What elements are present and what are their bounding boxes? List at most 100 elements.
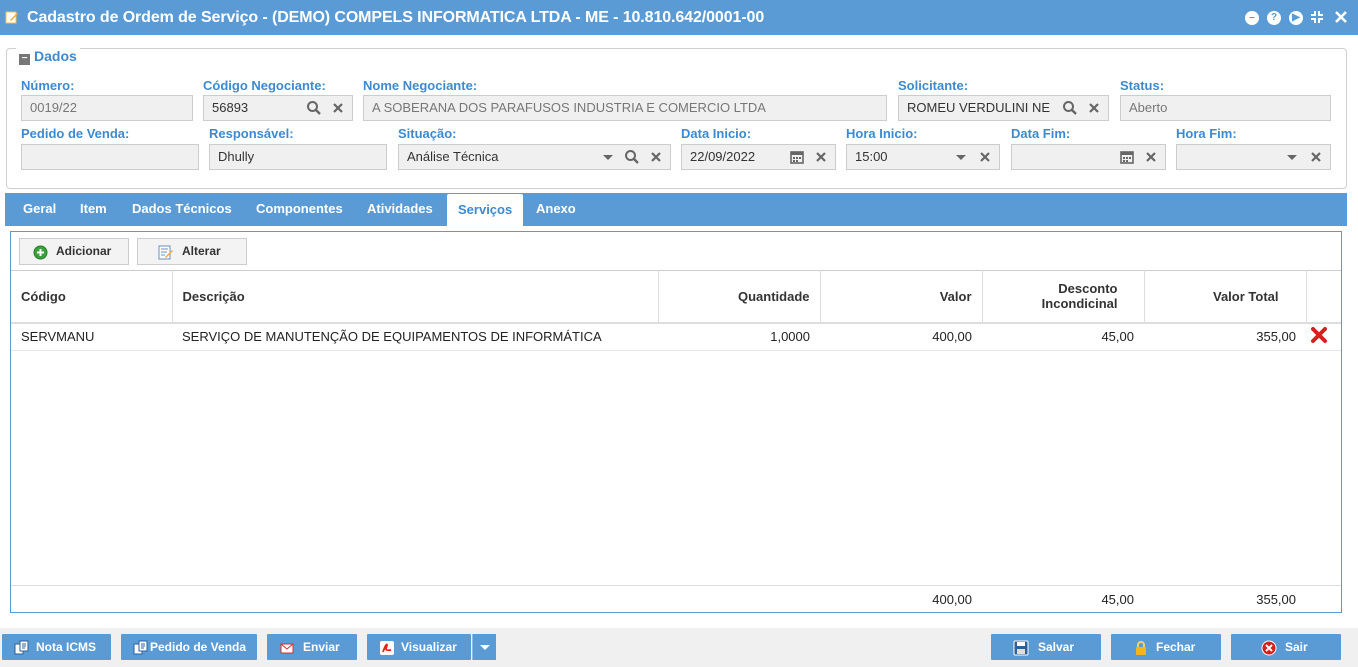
column-header-valor[interactable]: Valor	[820, 270, 983, 324]
clear-icon[interactable]	[330, 100, 346, 116]
column-header-desconto[interactable]: Desconto Incondicinal	[982, 270, 1145, 324]
status-label: Status:	[1120, 78, 1165, 93]
enviar-button[interactable]: Enviar	[267, 634, 357, 660]
total-valor-total: 355,00	[1256, 592, 1296, 607]
clear-icon[interactable]	[1308, 149, 1324, 165]
search-icon[interactable]	[306, 100, 322, 116]
situacao-select[interactable]: Análise Técnica	[398, 144, 671, 170]
clear-icon[interactable]	[648, 149, 664, 165]
save-icon	[1013, 639, 1029, 665]
column-header-actions	[1306, 270, 1341, 324]
column-header-descricao[interactable]: Descrição	[172, 270, 659, 324]
responsavel-label: Responsável:	[209, 126, 294, 141]
lock-icon	[1133, 639, 1149, 665]
table-row[interactable]: SERVMANU SERVIÇO DE MANUTENÇÃO DE EQUIPA…	[11, 322, 1341, 351]
clear-icon[interactable]	[977, 149, 993, 165]
codigo-negociante-value: 56893	[212, 100, 249, 115]
column-header-quantidade[interactable]: Quantidade	[658, 270, 821, 324]
situacao-label: Situação:	[398, 126, 457, 141]
delete-icon[interactable]	[1310, 327, 1328, 347]
edit-button-label: Alterar	[182, 244, 221, 258]
tab-geral[interactable]: Geral	[12, 193, 67, 226]
clear-icon[interactable]	[1086, 100, 1102, 116]
salvar-label: Salvar	[1038, 640, 1075, 654]
tab-componentes[interactable]: Componentes	[245, 193, 354, 226]
tab-servicos[interactable]: Serviços	[447, 194, 524, 226]
tab-dados-tecnicos[interactable]: Dados Técnicos	[121, 193, 243, 226]
dados-legend-text: Dados	[34, 48, 77, 64]
responsavel-field[interactable]: Dhully	[209, 144, 387, 170]
total-desconto: 45,00	[1101, 592, 1134, 607]
chevron-down-icon[interactable]	[600, 149, 616, 165]
visualizar-button[interactable]: Visualizar	[367, 634, 471, 660]
form-content: − Dados Número: Código Negociante: Nome N…	[0, 35, 1358, 628]
codigo-negociante-field[interactable]: 56893	[203, 95, 353, 121]
cell-actions	[1306, 322, 1341, 351]
hora-fim-label: Hora Fim:	[1176, 126, 1237, 141]
servicos-table: Código Descrição Quantidade Valor Descon…	[11, 270, 1341, 351]
documents-icon	[133, 639, 149, 665]
add-button[interactable]: Adicionar	[19, 238, 129, 265]
fechar-label: Fechar	[1156, 640, 1196, 654]
tab-atividades[interactable]: Atividades	[356, 193, 444, 226]
cell-valor: 400,00	[820, 322, 982, 351]
cell-codigo: SERVMANU	[11, 322, 172, 351]
numero-label: Número:	[21, 78, 75, 93]
dados-legend[interactable]: − Dados	[16, 48, 80, 65]
nome-negociante-label: Nome Negociante:	[363, 78, 478, 93]
solicitante-label: Solicitante:	[898, 78, 969, 93]
window-title: Cadastro de Ordem de Serviço - (DEMO) CO…	[27, 9, 765, 26]
column-header-valor-total[interactable]: Valor Total	[1144, 270, 1307, 324]
edit-form-icon	[5, 10, 19, 24]
pdf-icon	[379, 639, 395, 665]
totals-row: 400,00 45,00 355,00	[11, 585, 1341, 612]
fechar-button[interactable]: Fechar	[1111, 634, 1221, 660]
table-header-row: Código Descrição Quantidade Valor Descon…	[11, 270, 1341, 324]
close-window-icon[interactable]	[1333, 9, 1349, 29]
clear-icon[interactable]	[1143, 149, 1159, 165]
sair-button[interactable]: Sair	[1231, 634, 1341, 660]
tab-bar: Geral Item Dados Técnicos Componentes At…	[5, 193, 1347, 226]
pedido-venda-label: Pedido de Venda	[150, 640, 247, 654]
calendar-icon[interactable]	[1119, 149, 1135, 165]
help-icon[interactable]: ?	[1267, 11, 1281, 25]
edit-icon	[158, 244, 174, 269]
data-fim-label: Data Fim:	[1011, 126, 1071, 141]
minimize-icon[interactable]: –	[1245, 11, 1259, 25]
edit-button[interactable]: Alterar	[137, 238, 247, 265]
cell-quantidade: 1,0000	[658, 322, 820, 351]
status-field: Aberto	[1120, 95, 1331, 121]
pedido-venda-button[interactable]: Pedido de Venda	[121, 634, 257, 660]
search-icon[interactable]	[624, 149, 640, 165]
salvar-button[interactable]: Salvar	[991, 634, 1101, 660]
solicitante-field[interactable]: ROMEU VERDULINI NE	[898, 95, 1109, 121]
sair-label: Sair	[1285, 640, 1308, 654]
play-icon[interactable]: ▶	[1289, 11, 1303, 25]
enviar-label: Enviar	[303, 640, 340, 654]
tab-anexo[interactable]: Anexo	[525, 193, 587, 226]
restore-window-icon[interactable]	[1309, 9, 1325, 29]
chevron-down-icon	[478, 639, 492, 658]
pedido-venda-field[interactable]	[21, 144, 199, 170]
data-inicio-value: 22/09/2022	[690, 149, 756, 164]
window-titlebar: Cadastro de Ordem de Serviço - (DEMO) CO…	[0, 0, 1358, 35]
collapse-icon[interactable]: −	[19, 54, 30, 65]
chevron-down-icon[interactable]	[1284, 149, 1300, 165]
solicitante-value: ROMEU VERDULINI NE	[907, 100, 1051, 115]
data-fim-field[interactable]	[1011, 144, 1166, 170]
search-icon[interactable]	[1062, 100, 1078, 116]
column-header-codigo[interactable]: Código	[11, 270, 173, 324]
tab-item[interactable]: Item	[69, 193, 118, 226]
nota-icms-button[interactable]: Nota ICMS	[2, 634, 111, 660]
calendar-icon[interactable]	[789, 149, 805, 165]
data-inicio-field[interactable]: 22/09/2022	[681, 144, 836, 170]
exit-icon	[1261, 639, 1277, 665]
chevron-down-icon[interactable]	[953, 149, 969, 165]
documents-icon	[14, 639, 30, 665]
hora-inicio-select[interactable]: 15:00	[846, 144, 1000, 170]
visualizar-dropdown-button[interactable]	[472, 634, 496, 660]
situacao-value: Análise Técnica	[407, 149, 499, 164]
clear-icon[interactable]	[813, 149, 829, 165]
nota-icms-label: Nota ICMS	[36, 640, 96, 654]
hora-fim-select[interactable]	[1176, 144, 1331, 170]
